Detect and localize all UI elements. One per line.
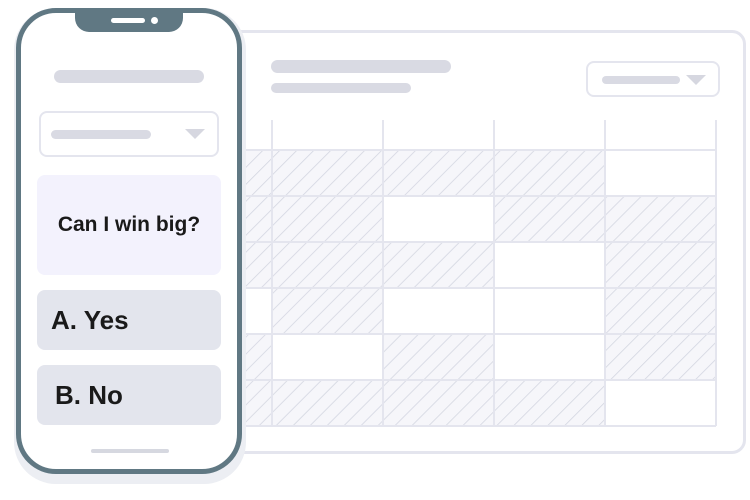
question-card: Can I win big? <box>37 175 221 275</box>
hatched-cell <box>272 242 383 288</box>
hatched-cell <box>272 288 383 334</box>
home-indicator <box>91 449 169 453</box>
hatched-cell <box>494 150 605 196</box>
hatched-cell <box>383 334 494 380</box>
stage: Can I win big? A. Yes B. No <box>0 0 750 500</box>
desktop-title-placeholder <box>271 60 451 73</box>
empty-cell <box>383 196 494 242</box>
hatched-cell <box>494 380 605 426</box>
chevron-down-icon <box>185 129 205 139</box>
empty-cell <box>272 334 383 380</box>
desktop-subtitle-placeholder <box>271 83 411 93</box>
hatched-cell <box>605 196 716 242</box>
desktop-dropdown-placeholder <box>602 76 680 84</box>
hatched-cell <box>272 150 383 196</box>
phone-dropdown-placeholder <box>51 130 151 139</box>
hatched-cell <box>272 380 383 426</box>
chevron-down-icon <box>686 75 706 85</box>
phone-dropdown[interactable] <box>39 111 219 157</box>
answer-label: B. No <box>55 379 123 410</box>
phone-frame: Can I win big? A. Yes B. No <box>16 8 242 474</box>
hatched-cell <box>383 242 494 288</box>
camera-icon <box>151 17 158 24</box>
hatched-cell <box>383 380 494 426</box>
empty-cell <box>383 288 494 334</box>
hatched-cell <box>494 196 605 242</box>
phone-notch <box>75 12 183 32</box>
phone-title-placeholder <box>54 70 204 83</box>
question-text: Can I win big? <box>57 213 201 236</box>
hatched-cell <box>605 242 716 288</box>
speaker-icon <box>111 18 145 23</box>
empty-cell <box>494 288 605 334</box>
desktop-dropdown[interactable] <box>586 61 720 97</box>
hatched-cell <box>605 334 716 380</box>
hatched-cell <box>272 196 383 242</box>
empty-cell <box>605 150 716 196</box>
answer-option-yes[interactable]: A. Yes <box>37 290 221 350</box>
empty-cell <box>494 334 605 380</box>
hatched-cell <box>383 150 494 196</box>
answer-label: A. Yes <box>51 304 129 335</box>
hatched-cell <box>605 288 716 334</box>
empty-cell <box>494 242 605 288</box>
desktop-card <box>190 30 746 454</box>
answer-option-no[interactable]: B. No <box>37 365 221 425</box>
empty-cell <box>605 380 716 426</box>
